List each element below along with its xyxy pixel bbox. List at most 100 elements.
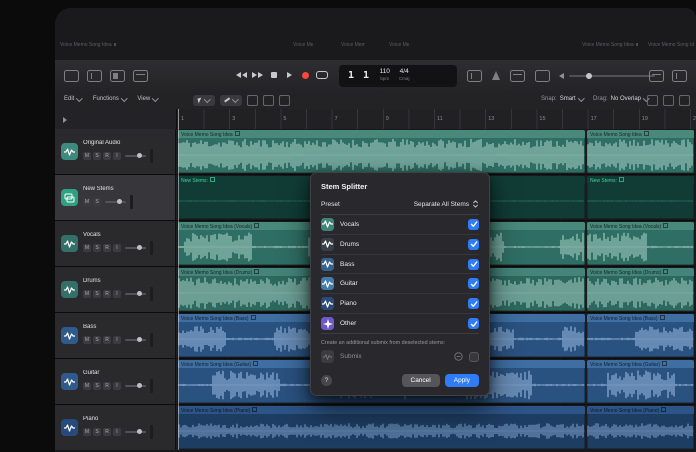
volume-slider[interactable] [125,337,146,343]
lcd-tempo[interactable]: 110 [380,69,390,76]
stem-row-other[interactable]: Other [321,314,479,333]
track-icon-drums[interactable] [61,281,78,298]
mute-button[interactable]: M [83,289,91,298]
waveform-zoom-button[interactable] [647,95,658,106]
input-monitoring-button[interactable]: I [113,335,121,344]
volume-knob[interactable] [136,429,142,435]
mute-button[interactable]: M [83,243,91,252]
record-button[interactable] [299,68,312,82]
volume-knob[interactable] [136,245,142,251]
track-icon-original-audio[interactable] [61,143,78,160]
toolbar-toggle-button[interactable] [649,70,664,82]
play-button[interactable] [283,68,296,82]
view-menu[interactable]: View [137,94,159,102]
input-monitoring-button[interactable]: I [113,427,121,436]
browser-toggle-button[interactable] [672,70,687,82]
track-icon-vocals[interactable] [61,235,78,252]
lcd-time-signature[interactable]: 4/4 [400,69,409,76]
edit-menu[interactable]: Edit [64,94,83,102]
forward-button[interactable] [251,68,264,82]
track-name[interactable]: Piano [83,416,171,422]
track-name[interactable]: Original Audio [83,140,171,146]
record-enable-button[interactable]: R [103,151,111,160]
volume-slider[interactable] [125,291,146,297]
audio-region[interactable]: Voice Memo Song Idea [587,130,694,173]
track-icon-piano[interactable] [61,419,78,436]
record-enable-button[interactable]: R [103,289,111,298]
replace-button[interactable] [535,70,550,82]
volume-knob[interactable] [136,337,142,343]
stem-row-piano[interactable]: Piano [321,294,479,315]
input-monitoring-button[interactable]: I [113,289,121,298]
stop-button[interactable] [267,68,280,82]
solo-button[interactable]: S [93,197,101,206]
submix-checkbox[interactable] [469,351,479,362]
volume-knob[interactable] [116,199,122,205]
track-icon-new-stems[interactable] [61,189,78,206]
track-header-guitar[interactable]: Guitar M S R I [55,359,176,404]
volume-slider[interactable] [125,245,146,251]
rewind-button[interactable] [235,68,248,82]
stem-checkbox[interactable] [468,218,479,230]
mute-button[interactable]: M [83,151,91,160]
input-monitoring-button[interactable]: I [113,243,121,252]
audio-region[interactable]: Voice Memo Song Idea (Piano) [587,406,694,449]
stem-checkbox[interactable] [468,298,479,310]
input-monitoring-button[interactable]: I [113,151,121,160]
track-icon-guitar[interactable] [61,373,78,390]
cycle-button[interactable] [315,68,328,82]
audio-region[interactable]: Voice Memo Song Idea (Drums) [587,268,694,311]
track-name[interactable]: Vocals [83,232,171,238]
track-header-vocals[interactable]: Vocals M S R I [55,221,176,266]
stem-row-vocals[interactable]: Vocals [321,215,479,235]
solo-button[interactable]: S [93,381,101,390]
track-header-drums[interactable]: Drums M S R I [55,267,176,312]
solo-button[interactable]: S [93,289,101,298]
track-name[interactable]: New Stems [83,186,171,192]
input-monitoring-button[interactable]: I [113,381,121,390]
volume-slider[interactable] [125,429,146,435]
record-enable-button[interactable]: R [103,381,111,390]
track-icon-bass[interactable] [61,327,78,344]
cancel-button[interactable]: Cancel [401,374,440,387]
count-in-button[interactable] [467,70,482,82]
smart-controls-button[interactable] [110,70,125,82]
stem-row-bass[interactable]: Bass [321,255,479,275]
stem-checkbox[interactable] [468,258,479,270]
volume-knob[interactable] [136,291,142,297]
stem-checkbox[interactable] [468,318,479,330]
snap-mode-select[interactable]: Snap: Smart [541,94,585,102]
playhead[interactable] [178,109,179,450]
mute-button[interactable]: M [83,335,91,344]
ruler-lane[interactable]: 13579111315171921 [176,109,696,129]
mute-button[interactable]: M [83,427,91,436]
track-header-piano[interactable]: Piano M S R I [55,405,176,450]
audio-region[interactable]: Voice Memo Song Idea (Guitar) [587,360,694,403]
track-header-original-audio[interactable]: Original Audio M S R I [55,129,176,174]
apply-button[interactable]: Apply [444,374,479,387]
functions-menu[interactable]: Functions [93,94,128,102]
stem-row-drums[interactable]: Drums [321,235,479,255]
record-enable-button[interactable]: R [103,243,111,252]
track-header-bass[interactable]: Bass M S R I [55,313,176,358]
audio-region[interactable]: Voice Memo Song Idea [178,130,585,173]
volume-knob[interactable] [136,153,142,159]
track-name[interactable]: Guitar [83,370,171,376]
volume-knob[interactable] [136,383,142,389]
audio-region[interactable]: Voice Memo Song Idea (Bass) [587,314,694,357]
metronome-button[interactable] [492,71,500,80]
solo-button[interactable]: S [93,335,101,344]
global-tracks-toggle-icon[interactable] [63,117,67,123]
catch-playhead-button[interactable] [247,94,258,106]
lcd-display[interactable]: 1 1 110 bpm 4/4 Cmaj [339,64,457,87]
record-enable-button[interactable]: R [103,335,111,344]
mute-button[interactable]: M [83,381,91,390]
preset-select[interactable]: Separate All Stems [414,199,479,209]
solo-button[interactable]: S [93,243,101,252]
command-click-tool-select[interactable] [220,94,242,106]
stem-checkbox[interactable] [468,278,479,290]
solo-button[interactable]: S [93,427,101,436]
mixer-button[interactable] [133,70,148,82]
track-name[interactable]: Bass [83,324,171,330]
volume-slider[interactable] [105,199,126,205]
